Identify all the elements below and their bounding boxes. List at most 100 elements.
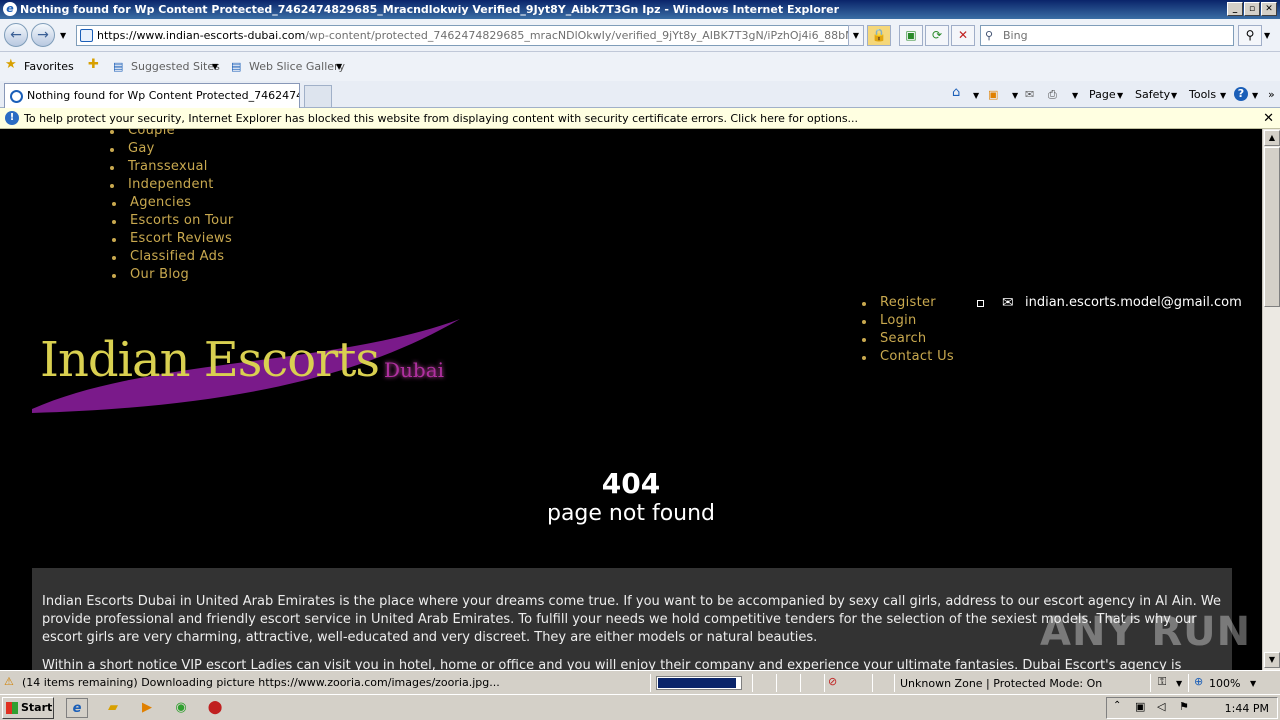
favorites-star-icon: ★ (5, 57, 17, 72)
address-host: www.indian-escorts-dubai.com (136, 29, 306, 42)
media-player-icon[interactable]: ▶ (136, 698, 158, 718)
taskbar: Start e ▰ ▶ ◉ ⬤ ⌃ ▣ ◁ ⚑ 1:44 PM (0, 694, 1280, 720)
chevron-down-icon[interactable]: ▼ (1250, 679, 1256, 688)
address-dropdown-button[interactable]: ▼ (848, 25, 864, 46)
status-separator (1188, 674, 1189, 692)
safety-menu[interactable]: Safety (1135, 88, 1170, 101)
menu-item-independent[interactable]: Independent (110, 177, 214, 192)
clock[interactable]: 1:44 PM (1225, 702, 1269, 715)
chevron-down-icon: ▼ (1117, 91, 1124, 100)
stop-button[interactable]: ✕ (951, 25, 975, 46)
search-button[interactable]: ⚲ (1238, 25, 1262, 46)
compatibility-view-icon[interactable]: ▣ (899, 25, 923, 46)
scroll-up-button[interactable]: ▲ (1264, 130, 1280, 146)
folder-icon[interactable]: ▰ (102, 698, 124, 718)
vertical-scrollbar[interactable]: ▲ ▼ (1262, 129, 1280, 670)
ie-logo-icon: e (3, 2, 17, 16)
menu-item-couple[interactable]: Couple (110, 129, 175, 138)
chevron-down-icon[interactable]: ▼ (1176, 679, 1182, 688)
search-options-icon[interactable]: ▼ (1264, 31, 1270, 40)
address-bar[interactable]: https://www.indian-escorts-dubai.com/wp-… (76, 25, 864, 46)
chevron-down-icon[interactable]: ▼ (1072, 91, 1078, 100)
forward-button[interactable]: → (31, 23, 55, 47)
add-favorite-icon[interactable]: ✚ (88, 57, 99, 72)
scroll-thumb[interactable] (1264, 147, 1280, 307)
list-bullet-icon (977, 300, 984, 307)
certificate-error-lock-icon[interactable]: 🔒 (867, 25, 891, 46)
menu-item-our-blog[interactable]: Our Blog (111, 267, 189, 282)
tab-bar: Nothing found for Wp Content Protected_7… (0, 81, 1280, 108)
web-slice-gallery-link[interactable]: Web Slice Gallery (249, 60, 345, 73)
logo-title: Indian Escorts (40, 332, 380, 388)
warning-icon: ⚠ (4, 675, 14, 688)
status-separator (752, 674, 753, 692)
tab-current[interactable]: Nothing found for Wp Content Protected_7… (4, 83, 300, 108)
tools-menu[interactable]: Tools (1189, 88, 1216, 101)
popup-blocked-icon[interactable]: ⊘ (828, 675, 837, 688)
download-progress (656, 676, 742, 690)
infobar-message[interactable]: To help protect your security, Internet … (24, 112, 858, 125)
error-code: 404 (601, 467, 661, 500)
address-path: /wp-content/protected_7462474829685_mrac… (305, 29, 864, 42)
loading-icon (10, 90, 23, 103)
windows-logo-icon (6, 702, 18, 714)
network-icon[interactable]: ▣ (1135, 700, 1145, 713)
status-separator (872, 674, 873, 692)
close-window-button[interactable]: ✕ (1261, 2, 1277, 16)
scroll-down-button[interactable]: ▼ (1264, 652, 1280, 668)
close-icon[interactable]: ✕ (1263, 108, 1274, 129)
system-tray: ⌃ ▣ ◁ ⚑ 1:44 PM (1106, 697, 1278, 719)
help-icon[interactable]: ? (1234, 87, 1248, 101)
stop-app-icon[interactable]: ⬤ (204, 698, 226, 718)
chrome-icon[interactable]: ◉ (170, 698, 192, 718)
menu-item-escorts-on-tour[interactable]: Escorts on Tour (112, 213, 234, 228)
print-icon[interactable]: ⎙ (1048, 88, 1057, 102)
security-zone[interactable]: Unknown Zone | Protected Mode: On (900, 677, 1102, 690)
menu-item-escort-reviews[interactable]: Escort Reviews (111, 231, 232, 246)
more-commands-icon[interactable]: » (1268, 88, 1275, 101)
start-button[interactable]: Start (2, 697, 54, 719)
zoom-level[interactable]: 100% (1209, 677, 1240, 690)
flag-icon[interactable]: ⚑ (1179, 700, 1189, 713)
maximize-button[interactable]: ▫ (1244, 2, 1260, 16)
refresh-button[interactable]: ⟳ (925, 25, 949, 46)
register-link[interactable]: Register (862, 295, 936, 310)
status-separator (1150, 674, 1151, 692)
status-separator (894, 674, 895, 692)
menu-item-transsexual[interactable]: Transsexual (110, 159, 208, 174)
favorites-bar: ★ Favorites ✚ ▤ Suggested Sites ▼ ▤ Web … (0, 52, 1280, 81)
window-titlebar: e Nothing found for Wp Content Protected… (0, 0, 1280, 19)
chevron-down-icon: ▼ (1252, 91, 1259, 100)
status-separator (824, 674, 825, 692)
new-tab-button[interactable] (304, 85, 332, 108)
suggested-sites-link[interactable]: Suggested Sites (131, 60, 220, 73)
search-input[interactable]: ⚲ Bing (980, 25, 1234, 46)
contact-us-link[interactable]: Contact Us (862, 349, 954, 364)
recent-pages-dropdown-icon[interactable]: ▼ (60, 31, 66, 40)
minimize-button[interactable]: _ (1227, 2, 1243, 16)
status-separator (650, 674, 651, 692)
page-menu[interactable]: Page (1089, 88, 1116, 101)
chevron-down-icon: ▼ (1171, 91, 1178, 100)
status-bar: ⚠ (14 items remaining) Downloading pictu… (0, 670, 1280, 694)
menu-item-agencies[interactable]: Agencies (111, 195, 191, 210)
menu-item-classified-ads[interactable]: Classified Ads (111, 249, 224, 264)
menu-item-gay[interactable]: Gay (110, 141, 155, 156)
feeds-icon[interactable]: ▣ (988, 88, 998, 101)
home-icon[interactable]: ⌂ (952, 85, 960, 100)
security-info-bar[interactable]: ! To help protect your security, Interne… (0, 108, 1280, 129)
contact-email[interactable]: indian.escorts.model@gmail.com (1025, 295, 1242, 310)
back-button[interactable]: ← (4, 23, 28, 47)
ie-taskbar-icon[interactable]: e (66, 698, 88, 718)
login-link[interactable]: Login (862, 313, 917, 328)
favorites-button[interactable]: Favorites (24, 60, 74, 73)
tray-expand-icon[interactable]: ⌃ (1113, 700, 1121, 711)
mail-icon[interactable]: ✉ (1025, 88, 1034, 101)
logo-subtitle: Dubai (384, 358, 445, 382)
about-paragraph: Within a short notice VIP escort Ladies … (42, 658, 1182, 670)
chevron-down-icon[interactable]: ▼ (973, 91, 979, 100)
protected-mode-icon[interactable]: ⚿ (1158, 675, 1166, 689)
volume-icon[interactable]: ◁ (1157, 700, 1165, 713)
chevron-down-icon[interactable]: ▼ (1012, 91, 1018, 100)
search-link[interactable]: Search (861, 331, 926, 346)
